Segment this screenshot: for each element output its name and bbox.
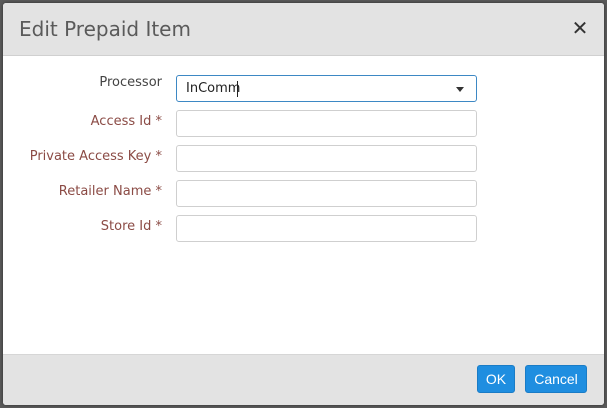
retailer-name-input[interactable] xyxy=(176,180,477,207)
private-access-key-input[interactable] xyxy=(176,145,477,172)
processor-select[interactable]: InComm xyxy=(176,75,477,102)
dialog-title: Edit Prepaid Item xyxy=(19,17,191,41)
processor-row: Processor InComm xyxy=(3,75,604,103)
private-access-key-label: Private Access Key * xyxy=(29,149,162,164)
store-id-row: Store Id * xyxy=(3,215,604,243)
cancel-button[interactable]: Cancel xyxy=(525,365,587,393)
dialog-footer: OK Cancel xyxy=(3,354,604,405)
private-access-key-row: Private Access Key * xyxy=(3,145,604,173)
retailer-name-label: Retailer Name * xyxy=(58,184,162,199)
store-id-input[interactable] xyxy=(176,215,477,242)
edit-prepaid-item-dialog: Edit Prepaid Item ✕ Processor InComm Acc… xyxy=(3,3,604,405)
store-id-label: Store Id * xyxy=(100,219,162,234)
close-icon: ✕ xyxy=(571,16,589,40)
access-id-input[interactable] xyxy=(176,110,477,137)
access-id-row: Access Id * xyxy=(3,110,604,138)
processor-select-value: InComm xyxy=(186,81,241,96)
retailer-name-row: Retailer Name * xyxy=(3,180,604,208)
access-id-label: Access Id * xyxy=(90,114,162,129)
close-button[interactable]: ✕ xyxy=(570,16,590,40)
processor-label: Processor xyxy=(99,75,162,90)
dialog-header: Edit Prepaid Item ✕ xyxy=(3,3,604,56)
chevron-down-icon xyxy=(456,87,464,92)
text-caret xyxy=(237,81,238,97)
ok-button[interactable]: OK xyxy=(477,365,515,393)
